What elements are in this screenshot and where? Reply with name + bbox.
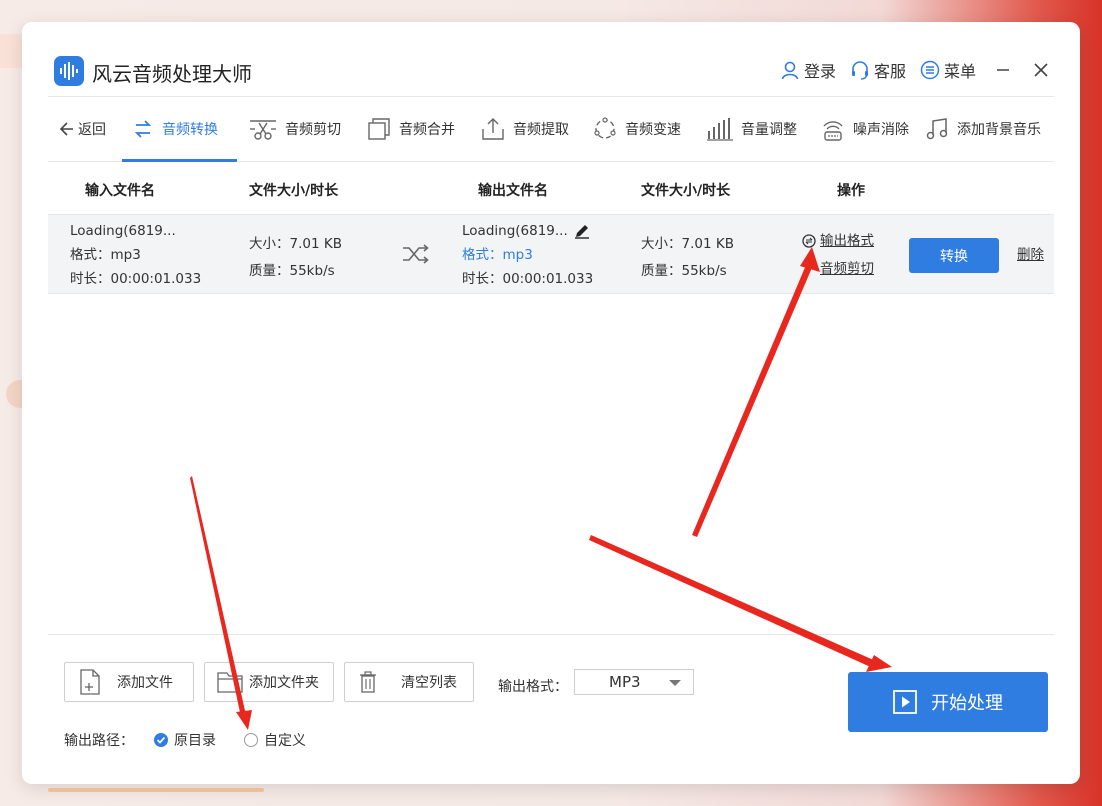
trash-icon — [360, 671, 376, 693]
header-output-name: 输出文件名 — [478, 183, 548, 199]
tab-audio-extract[interactable]: 音频提取 — [469, 97, 581, 161]
background-decoration — [48, 788, 264, 792]
tab-label: 添加背景音乐 — [957, 122, 1041, 138]
login-label: 登录 — [803, 62, 836, 81]
output-format-link[interactable]: 输出格式 — [802, 227, 874, 255]
input-file-size: 大小：7.01 KB — [249, 236, 342, 252]
arrow-left-icon — [59, 122, 73, 136]
input-file-quality: 质量：55kb/s — [249, 263, 335, 279]
tab-label: 音频转换 — [162, 122, 218, 138]
checked-radio-icon — [154, 733, 168, 747]
customer-service-button[interactable]: 客服 — [850, 58, 906, 82]
output-format-label: 输出格式： — [498, 679, 568, 695]
table-row: Loading(6819... 格式：mp3 时长：00:00:01.033 大… — [48, 214, 1054, 294]
music-note-icon — [926, 118, 948, 140]
scissors-small-icon — [803, 263, 815, 275]
close-icon — [1034, 63, 1048, 77]
title-bar: 风云音频处理大师 登录 客服 菜单 — [22, 22, 1080, 96]
tab-label: 音频变速 — [625, 122, 681, 138]
tab-label: 音频提取 — [513, 122, 569, 138]
radio-custom-label: 自定义 — [264, 733, 306, 749]
audio-cut-label: 音频剪切 — [820, 261, 874, 277]
menu-icon — [920, 60, 940, 80]
close-button[interactable] — [1030, 59, 1052, 81]
unchecked-radio-icon — [244, 733, 258, 747]
back-button[interactable]: 返回 — [48, 97, 120, 161]
tab-label: 音量调整 — [741, 122, 797, 138]
folder-icon — [217, 672, 243, 693]
add-file-icon — [80, 669, 100, 695]
output-file-duration: 时长：00:00:01.033 — [462, 271, 594, 287]
minimize-icon — [997, 69, 1009, 71]
clear-list-label: 清空列表 — [401, 675, 457, 691]
header-output-size: 文件大小/时长 — [641, 183, 731, 199]
convert-icon — [134, 120, 152, 138]
header-input-name: 输入文件名 — [85, 183, 155, 199]
delete-link[interactable]: 删除 — [1017, 243, 1044, 267]
output-format-select[interactable]: MP3 — [574, 669, 694, 695]
output-file-quality: 质量：55kb/s — [641, 263, 727, 279]
radio-custom-directory[interactable]: 自定义 — [244, 730, 306, 750]
tab-label: 音频剪切 — [285, 122, 341, 138]
menu-label: 菜单 — [943, 62, 976, 81]
start-processing-label: 开始处理 — [931, 693, 1003, 714]
input-file-format: 格式：mp3 — [70, 247, 141, 263]
user-icon — [781, 61, 799, 80]
output-format-label: 输出格式 — [820, 233, 874, 249]
tab-add-background-music[interactable]: 添加背景音乐 — [919, 97, 1045, 161]
output-path-label: 输出路径： — [64, 733, 134, 749]
add-file-label: 添加文件 — [117, 675, 173, 691]
radio-original-directory[interactable]: 原目录 — [154, 730, 216, 750]
output-file-name: Loading(6819... — [462, 223, 568, 239]
convert-button[interactable]: 转换 — [909, 238, 999, 273]
start-processing-button[interactable]: 开始处理 — [848, 672, 1048, 732]
pencil-icon[interactable] — [574, 223, 590, 239]
tab-label: 音频合并 — [399, 122, 455, 138]
output-file-size: 大小：7.01 KB — [641, 236, 734, 252]
header-actions: 操作 — [837, 183, 865, 199]
tab-noise-removal[interactable]: 噪声消除 — [809, 97, 919, 161]
tab-audio-convert[interactable]: 音频转换 — [122, 97, 237, 162]
app-title: 风云音频处理大师 — [92, 62, 252, 86]
shuffle-icon — [402, 243, 430, 273]
scissors-icon — [250, 120, 276, 140]
tab-audio-cut[interactable]: 音频剪切 — [237, 97, 355, 161]
customer-service-label: 客服 — [873, 62, 906, 81]
clear-list-button[interactable]: 清空列表 — [344, 662, 474, 702]
login-button[interactable]: 登录 — [780, 58, 836, 82]
output-file-format: 格式：mp3 — [462, 247, 533, 263]
bottom-panel: 添加文件 添加文件夹 清空列表 输出格式： MP3 开始处理 输出路径： 原目录 — [48, 634, 1054, 784]
tab-label: 噪声消除 — [853, 122, 909, 138]
play-icon — [893, 690, 917, 714]
tab-volume-adjust[interactable]: 音量调整 — [695, 97, 809, 161]
menu-button[interactable]: 菜单 — [920, 58, 976, 82]
tab-audio-merge[interactable]: 音频合并 — [355, 97, 469, 161]
merge-icon — [368, 118, 390, 140]
minimize-button[interactable] — [992, 59, 1014, 81]
output-format-value: MP3 — [609, 673, 641, 691]
upload-icon — [482, 118, 504, 140]
volume-bars-icon — [707, 118, 733, 141]
caret-down-icon — [669, 680, 681, 686]
add-file-button[interactable]: 添加文件 — [64, 662, 194, 702]
back-label: 返回 — [78, 122, 106, 138]
add-folder-label: 添加文件夹 — [249, 675, 319, 691]
header-input-size: 文件大小/时长 — [249, 183, 339, 199]
tab-audio-speed[interactable]: 音频变速 — [581, 97, 695, 161]
feature-toolbar: 返回 音频转换 音频剪切 音频合并 音频提取 音频变速 音量调整 噪声消除 添加… — [48, 96, 1054, 162]
input-file-name: Loading(6819... — [70, 223, 176, 239]
radio-original-label: 原目录 — [174, 733, 216, 749]
audio-cut-link[interactable]: 音频剪切 — [802, 255, 874, 283]
format-icon — [802, 234, 816, 248]
noise-icon — [823, 121, 843, 141]
add-folder-button[interactable]: 添加文件夹 — [204, 662, 334, 702]
input-file-duration: 时长：00:00:01.033 — [70, 271, 202, 287]
file-table-header: 输入文件名 文件大小/时长 输出文件名 文件大小/时长 操作 — [48, 162, 1054, 214]
headset-icon — [851, 61, 868, 80]
app-logo-icon — [54, 56, 84, 86]
speed-icon — [594, 117, 616, 139]
app-window: 风云音频处理大师 登录 客服 菜单 返回 音频转换 音频剪切 音频合并 音频提取… — [22, 22, 1080, 784]
